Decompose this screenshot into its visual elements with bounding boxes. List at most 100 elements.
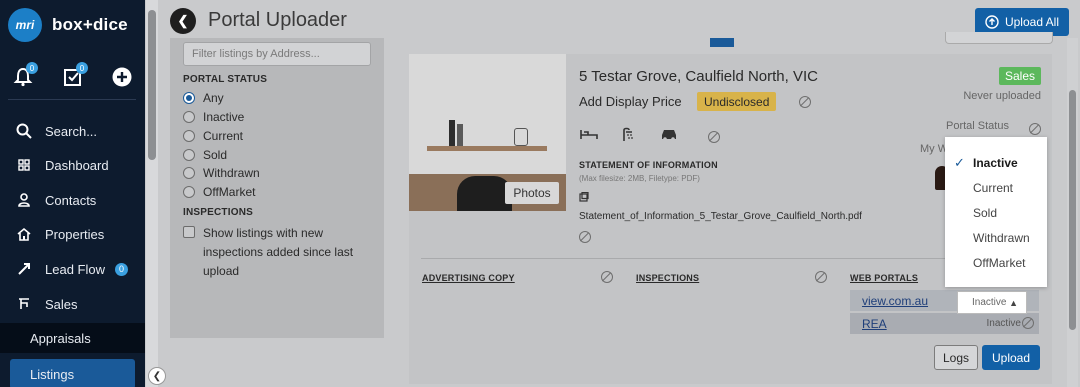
photo-wall bbox=[409, 54, 566, 174]
select-value: Inactive bbox=[972, 297, 1007, 308]
notifications-count: 0 bbox=[26, 62, 38, 74]
header-control[interactable] bbox=[945, 32, 1053, 44]
web-portals-link[interactable]: WEB PORTALS bbox=[850, 273, 918, 283]
advertising-copy-link[interactable]: ADVERTISING COPY bbox=[422, 273, 515, 283]
upload-button[interactable]: Upload bbox=[982, 345, 1040, 370]
portal-status-select[interactable]: Inactive ▲ bbox=[957, 291, 1027, 314]
sidebar-item-lead-flow[interactable]: Lead Flow 0 bbox=[0, 254, 145, 284]
logs-button[interactable]: Logs bbox=[934, 345, 978, 370]
dropdown-option-current[interactable]: Current bbox=[945, 175, 1047, 200]
portal-row-rea[interactable]: REA Inactive bbox=[850, 313, 1039, 334]
sidebar-item-appraisals[interactable]: Appraisals bbox=[0, 323, 145, 353]
bed-icon bbox=[580, 130, 598, 139]
disabled-icon bbox=[601, 271, 613, 283]
radio-offmarket[interactable]: OffMarket bbox=[183, 184, 255, 200]
disabled-icon bbox=[799, 96, 811, 108]
lead-flow-count: 0 bbox=[115, 262, 128, 276]
sidebar-item-label: Appraisals bbox=[30, 330, 91, 346]
disabled-icon bbox=[1022, 317, 1034, 329]
sidebar-scrollbar[interactable] bbox=[146, 0, 158, 387]
radio-button[interactable] bbox=[183, 186, 195, 198]
radio-any[interactable]: Any bbox=[183, 90, 224, 106]
inspections-link[interactable]: INSPECTIONS bbox=[636, 273, 699, 283]
radio-label: Current bbox=[203, 129, 244, 143]
radio-label: Withdrawn bbox=[203, 166, 260, 180]
sidebar-item-sales[interactable]: Sales bbox=[0, 289, 145, 319]
disabled-icon bbox=[815, 271, 827, 283]
soi-heading: STATEMENT OF INFORMATION bbox=[579, 160, 718, 170]
scrollbar-thumb[interactable] bbox=[148, 10, 156, 160]
plus-circle-icon bbox=[112, 67, 132, 87]
back-button[interactable]: ❮ bbox=[170, 8, 196, 34]
radio-button[interactable] bbox=[183, 92, 195, 104]
sidebar-item-listings[interactable]: Listings bbox=[10, 359, 135, 387]
radio-sold[interactable]: Sold bbox=[183, 147, 227, 163]
tasks-count: 0 bbox=[76, 62, 88, 74]
radio-label: Sold bbox=[203, 148, 228, 162]
portal-name[interactable]: REA bbox=[862, 317, 887, 331]
sidebar-item-search[interactable]: Search... bbox=[0, 116, 145, 146]
radio-button[interactable] bbox=[183, 149, 195, 161]
upload-state: Never uploaded bbox=[963, 90, 1041, 102]
dropdown-option-offmarket[interactable]: OffMarket bbox=[945, 250, 1047, 275]
chevron-left-icon: ❮ bbox=[152, 370, 162, 382]
radio-label: Any bbox=[203, 91, 224, 105]
radio-button[interactable] bbox=[183, 167, 195, 179]
disabled-icon bbox=[708, 131, 720, 143]
filter-address-input[interactable]: Filter listings by Address... bbox=[183, 42, 371, 66]
person-icon bbox=[18, 193, 30, 207]
dropdown-option-sold[interactable]: Sold bbox=[945, 200, 1047, 225]
notifications-button[interactable]: 0 bbox=[12, 62, 38, 88]
shower-icon bbox=[623, 127, 633, 141]
inspections-heading: INSPECTIONS bbox=[183, 207, 253, 218]
checkbox-label: Show listings with new inspections added… bbox=[203, 226, 354, 278]
photos-button[interactable]: Photos bbox=[505, 182, 559, 204]
inspections-checkbox[interactable] bbox=[183, 226, 195, 238]
car-icon bbox=[662, 130, 676, 141]
portal-status-heading: PORTAL STATUS bbox=[183, 74, 268, 85]
radio-label: OffMarket bbox=[203, 185, 256, 199]
option-label: Inactive bbox=[973, 155, 1018, 170]
scrollbar-thumb[interactable] bbox=[1069, 90, 1076, 330]
option-label: Current bbox=[973, 180, 1014, 195]
sidebar-item-label: Lead Flow bbox=[45, 261, 105, 277]
tasks-button[interactable]: 0 bbox=[62, 62, 88, 88]
brand-logo[interactable]: mri box+dice bbox=[8, 8, 128, 42]
check-icon: ✓ bbox=[954, 154, 965, 170]
add-button[interactable] bbox=[111, 66, 133, 88]
radio-withdrawn[interactable]: Withdrawn bbox=[183, 165, 260, 181]
display-price-label: Add Display Price bbox=[579, 94, 682, 109]
sales-icon bbox=[19, 298, 29, 309]
sidebar-divider bbox=[8, 99, 136, 100]
chevron-left-icon: ❮ bbox=[177, 13, 189, 28]
active-tab-indicator bbox=[710, 38, 734, 47]
dropdown-option-inactive[interactable]: ✓ Inactive bbox=[945, 150, 1047, 175]
listing-address: 5 Testar Grove, Caulfield North, VIC bbox=[579, 68, 818, 85]
sidebar-item-dashboard[interactable]: Dashboard bbox=[0, 150, 145, 180]
sidebar-item-label: Contacts bbox=[45, 192, 97, 208]
option-label: Sold bbox=[973, 205, 998, 220]
radio-inactive[interactable]: Inactive bbox=[183, 109, 244, 125]
dropdown-option-withdrawn[interactable]: Withdrawn bbox=[945, 225, 1047, 250]
sidebar-item-label: Search... bbox=[45, 123, 98, 139]
sidebar-item-contacts[interactable]: Contacts bbox=[0, 185, 145, 215]
portal-status-label: Portal Status bbox=[946, 120, 1009, 132]
sidebar-item-label: Dashboard bbox=[45, 157, 109, 173]
photo-chair bbox=[457, 176, 512, 211]
main-scrollbar[interactable] bbox=[1067, 38, 1078, 387]
chevron-up-icon: ▲ bbox=[1009, 297, 1018, 308]
price-badge[interactable]: Undisclosed bbox=[697, 92, 777, 111]
upload-icon bbox=[985, 15, 999, 29]
my-web-label: My W bbox=[920, 143, 949, 155]
portal-name[interactable]: view.com.au bbox=[862, 294, 928, 308]
radio-button[interactable] bbox=[183, 130, 195, 142]
sidebar-item-properties[interactable]: Properties bbox=[0, 219, 145, 249]
photo-shelf bbox=[427, 146, 547, 151]
soi-file-link[interactable]: Statement_of_Information_5_Testar_Grove_… bbox=[579, 211, 862, 222]
collapse-sidebar-button[interactable]: ❮ bbox=[148, 367, 166, 385]
listing-photo[interactable]: Photos bbox=[409, 54, 566, 211]
radio-current[interactable]: Current bbox=[183, 128, 243, 144]
search-icon bbox=[16, 123, 32, 139]
attachment-icon[interactable] bbox=[579, 192, 589, 202]
radio-button[interactable] bbox=[183, 111, 195, 123]
